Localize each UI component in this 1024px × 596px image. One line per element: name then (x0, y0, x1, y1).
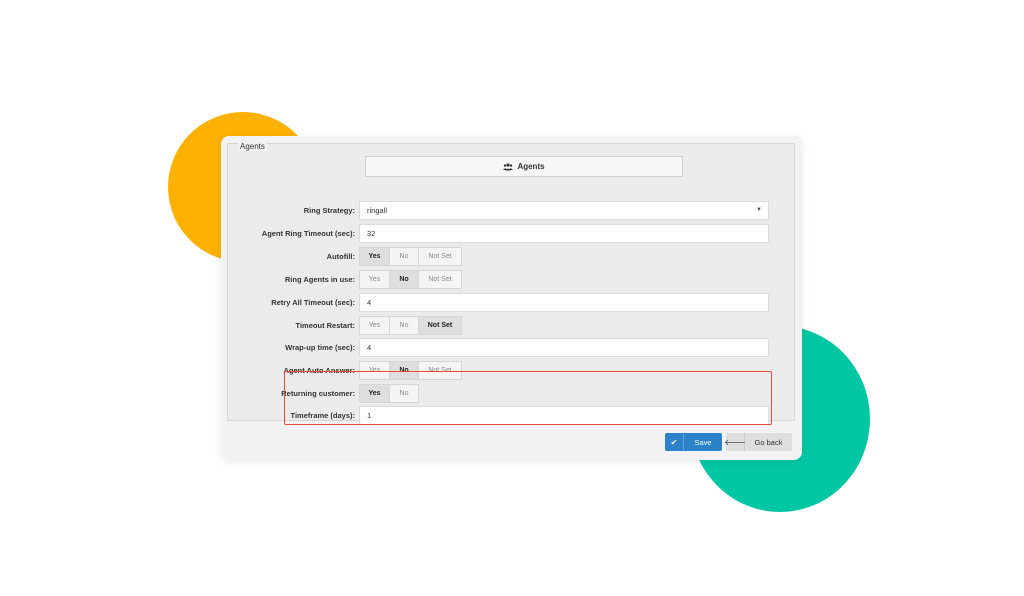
retry-all-timeout-label: Retry All Timeout (sec): (271, 298, 355, 307)
agent-ring-timeout-input[interactable]: 32 (359, 224, 769, 243)
timeout-restart-not-set[interactable]: Not Set (418, 316, 462, 335)
row-autofill: Autofill: Yes No Not Set (228, 247, 794, 266)
ring-strategy-value: ringall (367, 206, 388, 215)
autofill-label: Autofill: (326, 252, 355, 261)
check-icon: ✔ (665, 433, 684, 451)
autofill-no[interactable]: No (389, 247, 419, 266)
row-wrapup-time: Wrap-up time (sec): 4 (228, 338, 794, 357)
save-button-label: Save (694, 437, 712, 447)
agent-ring-timeout-value: 32 (367, 229, 376, 238)
tab-agents-label: Agents (517, 162, 545, 171)
ring-agents-in-use-no[interactable]: No (389, 270, 419, 289)
go-back-button-label: Go back (754, 437, 783, 447)
row-agent-ring-timeout: Agent Ring Timeout (sec): 32 (228, 224, 794, 243)
users-icon (503, 162, 514, 170)
row-timeout-restart: Timeout Restart: Yes No Not Set (228, 316, 794, 335)
fieldset-legend: Agents (238, 142, 267, 151)
timeout-restart-toggle: Yes No Not Set (359, 316, 462, 335)
autofill-yes[interactable]: Yes (359, 247, 390, 266)
wrapup-time-input[interactable]: 4 (359, 338, 769, 357)
caret-down-icon: ▼ (756, 207, 762, 213)
agent-ring-timeout-label: Agent Ring Timeout (sec): (261, 229, 355, 238)
row-ring-strategy: Ring Strategy: ringall ▼ (228, 201, 794, 220)
row-ring-agents-in-use: Ring Agents in use: Yes No Not Set (228, 270, 794, 289)
ring-agents-in-use-not-set[interactable]: Not Set (418, 270, 462, 289)
tab-agents[interactable]: Agents (365, 156, 683, 177)
highlight-box (284, 371, 772, 425)
timeout-restart-yes[interactable]: Yes (359, 316, 390, 335)
autofill-toggle: Yes No Not Set (359, 247, 462, 266)
arrow-left-icon: 🡐 (724, 433, 746, 451)
wrapup-time-value: 4 (367, 343, 372, 352)
settings-card: Agents Agents Ring Strategy: ringall ▼ A… (221, 136, 802, 460)
row-retry-all-timeout: Retry All Timeout (sec): 4 (228, 293, 794, 312)
ring-strategy-label: Ring Strategy: (303, 206, 355, 215)
ring-agents-in-use-yes[interactable]: Yes (359, 270, 390, 289)
save-button[interactable]: ✔ Save (665, 433, 722, 451)
ring-agents-in-use-toggle: Yes No Not Set (359, 270, 462, 289)
ring-agents-in-use-label: Ring Agents in use: (284, 275, 355, 284)
go-back-button[interactable]: 🡐 Go back (724, 433, 792, 451)
timeout-restart-label: Timeout Restart: (295, 321, 355, 330)
autofill-not-set[interactable]: Not Set (418, 247, 462, 266)
retry-all-timeout-value: 4 (367, 298, 372, 307)
ring-strategy-select[interactable]: ringall ▼ (359, 201, 769, 220)
timeout-restart-no[interactable]: No (389, 316, 419, 335)
wrapup-time-label: Wrap-up time (sec): (285, 343, 355, 352)
retry-all-timeout-input[interactable]: 4 (359, 293, 769, 312)
